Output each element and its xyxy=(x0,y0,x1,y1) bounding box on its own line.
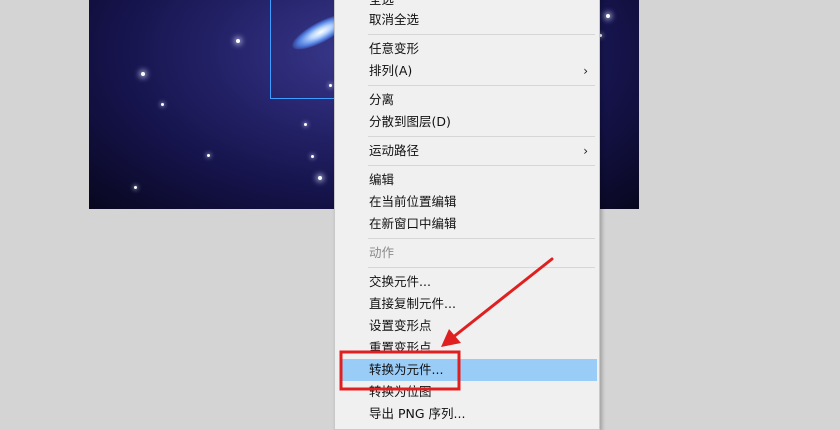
star xyxy=(134,186,137,189)
menu-item-label: 运动路径 xyxy=(369,143,420,158)
menu-separator xyxy=(368,85,595,86)
menu-item-label: 全选 xyxy=(369,0,394,7)
menu-separator xyxy=(368,238,595,239)
menu-item-label: 交换元件... xyxy=(369,274,431,289)
menu-item-label: 取消全选 xyxy=(369,12,420,27)
menu-item-label: 导出 PNG 序列... xyxy=(369,406,466,421)
menu-item-convert-to-bitmap[interactable]: 转换为位图 xyxy=(336,381,598,403)
menu-item-edit[interactable]: 编辑 xyxy=(336,169,598,191)
menu-item-reset-transform-point[interactable]: 重置变形点 xyxy=(336,337,598,359)
menu-item-label: 排列(A) xyxy=(369,63,413,78)
star xyxy=(141,72,145,76)
star xyxy=(207,154,210,157)
menu-item-label: 任意变形 xyxy=(369,41,420,56)
submenu-arrow-icon: › xyxy=(583,64,588,78)
submenu-arrow-icon: › xyxy=(583,144,588,158)
menu-item-label: 分离 xyxy=(369,92,395,107)
menu-separator xyxy=(368,34,595,35)
selection-bounding-box[interactable] xyxy=(270,0,336,99)
star xyxy=(329,84,332,87)
menu-separator xyxy=(368,267,595,268)
menu-item-label: 在新窗口中编辑 xyxy=(369,216,457,231)
menu-item-label: 转换为元件... xyxy=(369,362,444,377)
star xyxy=(318,176,322,180)
menu-item-label: 在当前位置编辑 xyxy=(369,194,457,209)
menu-item-set-transform-point[interactable]: 设置变形点 xyxy=(336,315,598,337)
menu-separator xyxy=(368,165,595,166)
menu-item-free-transform[interactable]: 任意变形 xyxy=(336,38,598,60)
context-menu: 全选 取消全选 任意变形 排列(A) › 分离 分散到图层(D) 运动路径 › … xyxy=(334,0,600,430)
menu-item-label: 重置变形点 xyxy=(369,340,432,355)
menu-item-motion-path[interactable]: 运动路径 › xyxy=(336,140,598,162)
menu-item-swap-symbol[interactable]: 交换元件... xyxy=(336,271,598,293)
star xyxy=(311,155,314,158)
menu-item-edit-in-new-window[interactable]: 在新窗口中编辑 xyxy=(336,213,598,235)
star xyxy=(236,39,240,43)
menu-item-label: 编辑 xyxy=(369,172,395,187)
menu-item-arrange[interactable]: 排列(A) › xyxy=(336,60,598,82)
menu-item-distribute-to-layers[interactable]: 分散到图层(D) xyxy=(336,111,598,133)
menu-item-actions: 动作 xyxy=(336,242,598,264)
menu-item-convert-to-symbol[interactable]: 转换为元件... xyxy=(341,359,597,381)
menu-item-label: 动作 xyxy=(369,245,395,260)
menu-item-label: 分散到图层(D) xyxy=(369,114,451,129)
menu-item-duplicate-symbol[interactable]: 直接复制元件... xyxy=(336,293,598,315)
menu-item-label: 直接复制元件... xyxy=(369,296,456,311)
menu-item-deselect-all[interactable]: 取消全选 xyxy=(336,9,598,31)
menu-item-edit-in-place[interactable]: 在当前位置编辑 xyxy=(336,191,598,213)
menu-item-label: 设置变形点 xyxy=(369,318,432,333)
menu-separator xyxy=(368,136,595,137)
star xyxy=(304,123,307,126)
star xyxy=(606,14,610,18)
menu-item-break-apart[interactable]: 分离 xyxy=(336,89,598,111)
star xyxy=(161,103,164,106)
menu-item-label: 转换为位图 xyxy=(369,384,432,399)
